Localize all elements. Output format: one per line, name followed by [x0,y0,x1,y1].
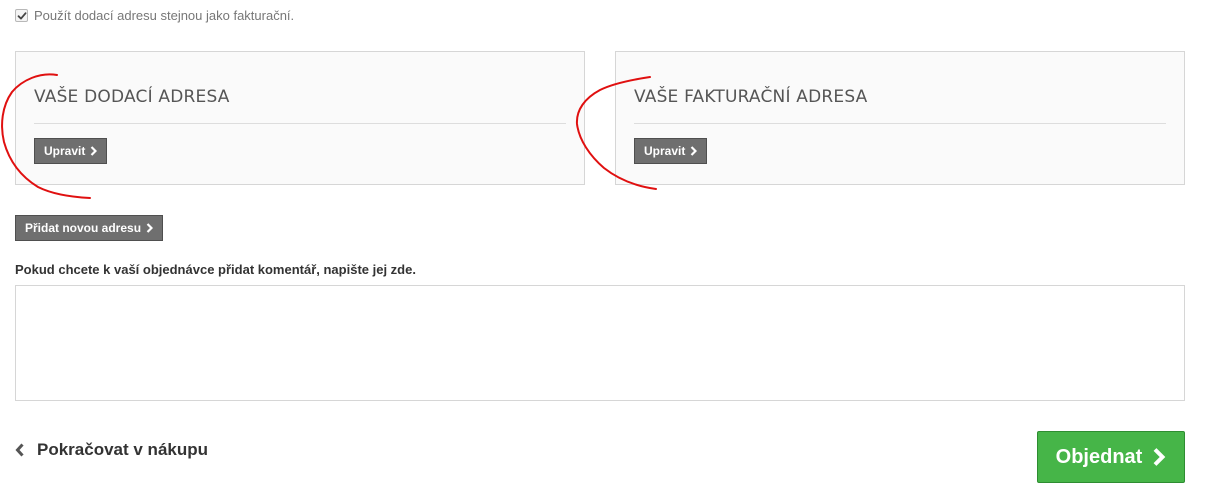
same-address-checkbox-row[interactable]: Použít dodací adresu stejnou jako faktur… [15,7,294,23]
invoice-address-title: VAŠE FAKTURAČNÍ ADRESA [634,87,868,107]
invoice-address-divider [634,123,1166,124]
chevron-right-icon [90,146,98,156]
place-order-button[interactable]: Objednat [1037,431,1185,483]
add-new-address-button[interactable]: Přidat novou adresu [15,215,164,241]
same-address-checkbox-label[interactable]: Použít dodací adresu stejnou jako faktur… [34,8,294,23]
edit-invoice-address-label: Upravit [644,144,686,158]
order-comment-textarea[interactable] [15,285,1185,401]
delivery-address-box: VAŠE DODACÍ ADRESA Upravit [15,51,585,185]
edit-invoice-address-button[interactable]: Upravit [634,138,708,164]
edit-delivery-address-label: Upravit [44,144,86,158]
continue-shopping-link[interactable]: Pokračovat v nákupu [15,440,208,460]
same-address-checkbox[interactable] [15,8,28,22]
chevron-right-icon [690,146,698,156]
chevron-right-icon [146,223,154,233]
continue-shopping-label: Pokračovat v nákupu [37,440,209,459]
edit-delivery-address-button[interactable]: Upravit [34,138,108,164]
chevron-left-icon [15,443,25,457]
delivery-address-title: VAŠE DODACÍ ADRESA [34,87,230,107]
invoice-address-box: VAŠE FAKTURAČNÍ ADRESA Upravit [615,51,1185,185]
check-icon [17,11,27,19]
order-comment-label: Pokud chcete k vaší objednávce přidat ko… [15,262,416,277]
chevron-right-icon [1152,447,1166,467]
place-order-label: Objednat [1055,445,1143,468]
delivery-address-divider [34,123,566,124]
add-new-address-label: Přidat novou adresu [25,221,142,235]
